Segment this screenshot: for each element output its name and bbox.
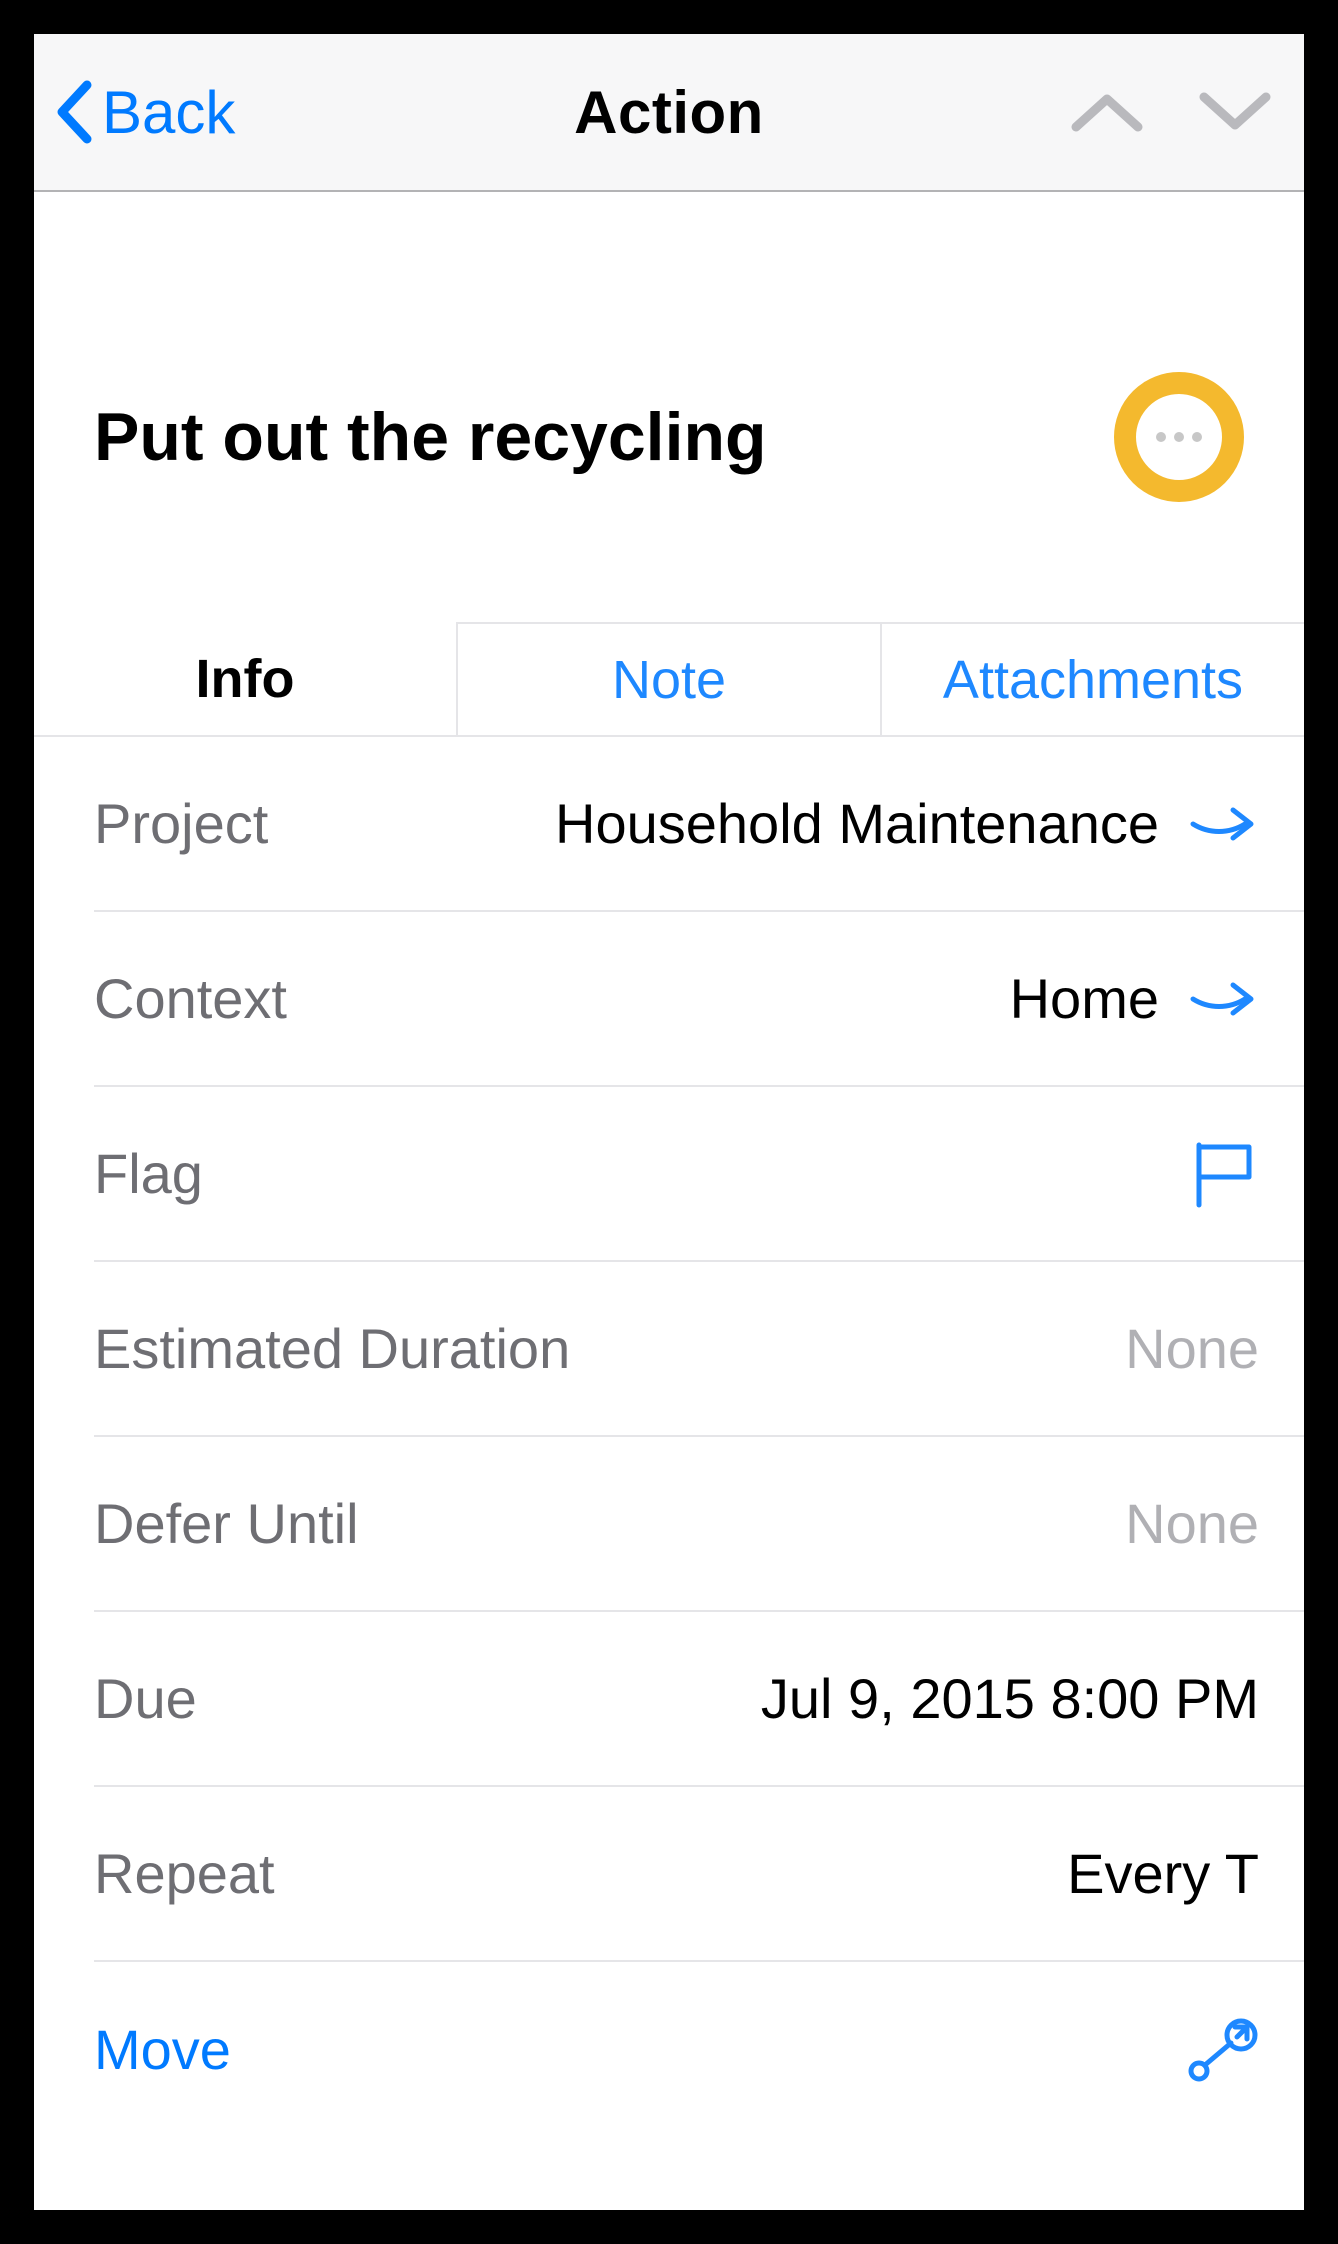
context-row[interactable]: Context Home: [94, 912, 1304, 1087]
project-row[interactable]: Project Household Maintenance: [94, 737, 1304, 912]
action-header: Put out the recycling: [34, 192, 1304, 622]
due-row[interactable]: Due Jul 9, 2015 8:00 PM: [94, 1612, 1304, 1787]
move-row[interactable]: Move: [94, 1962, 1304, 2137]
repeat-value: Every T: [305, 1841, 1259, 1906]
chevron-left-icon: [54, 79, 92, 145]
flag-row[interactable]: Flag: [94, 1087, 1304, 1262]
duration-value: None: [600, 1316, 1259, 1381]
duration-label: Estimated Duration: [94, 1316, 570, 1381]
prev-action-button[interactable]: [1068, 89, 1146, 135]
project-label: Project: [94, 791, 268, 856]
status-circle-button[interactable]: [1114, 372, 1244, 502]
info-fields: Project Household Maintenance Context Ho…: [34, 737, 1304, 2210]
tab-attachments[interactable]: Attachments: [880, 622, 1304, 735]
action-title[interactable]: Put out the recycling: [94, 398, 767, 476]
defer-value: None: [389, 1491, 1259, 1556]
tab-bar: Info Note Attachments: [34, 622, 1304, 737]
defer-label: Defer Until: [94, 1491, 359, 1556]
next-action-button[interactable]: [1196, 89, 1274, 135]
ellipsis-icon: [1156, 432, 1202, 442]
go-to-context-icon[interactable]: [1189, 973, 1259, 1025]
context-value: Home: [317, 966, 1159, 1031]
screen: Back Action Put out the recycling: [34, 34, 1304, 2210]
tab-info[interactable]: Info: [34, 622, 456, 735]
move-label: Move: [94, 2017, 231, 2082]
navbar: Back Action: [34, 34, 1304, 192]
defer-row[interactable]: Defer Until None: [94, 1437, 1304, 1612]
repeat-row[interactable]: Repeat Every T: [94, 1787, 1304, 1962]
due-value: Jul 9, 2015 8:00 PM: [227, 1666, 1259, 1731]
project-value: Household Maintenance: [298, 791, 1159, 856]
tab-note[interactable]: Note: [456, 622, 880, 735]
repeat-label: Repeat: [94, 1841, 275, 1906]
go-to-project-icon[interactable]: [1189, 798, 1259, 850]
back-button[interactable]: Back: [34, 78, 235, 147]
back-label: Back: [102, 78, 235, 147]
flag-label: Flag: [94, 1141, 203, 1206]
page-title: Action: [574, 78, 764, 147]
context-label: Context: [94, 966, 287, 1031]
nav-arrows: [1068, 89, 1274, 135]
due-label: Due: [94, 1666, 197, 1731]
duration-row[interactable]: Estimated Duration None: [94, 1262, 1304, 1437]
move-icon[interactable]: [1187, 2017, 1259, 2083]
flag-icon[interactable]: [1191, 1139, 1259, 1209]
